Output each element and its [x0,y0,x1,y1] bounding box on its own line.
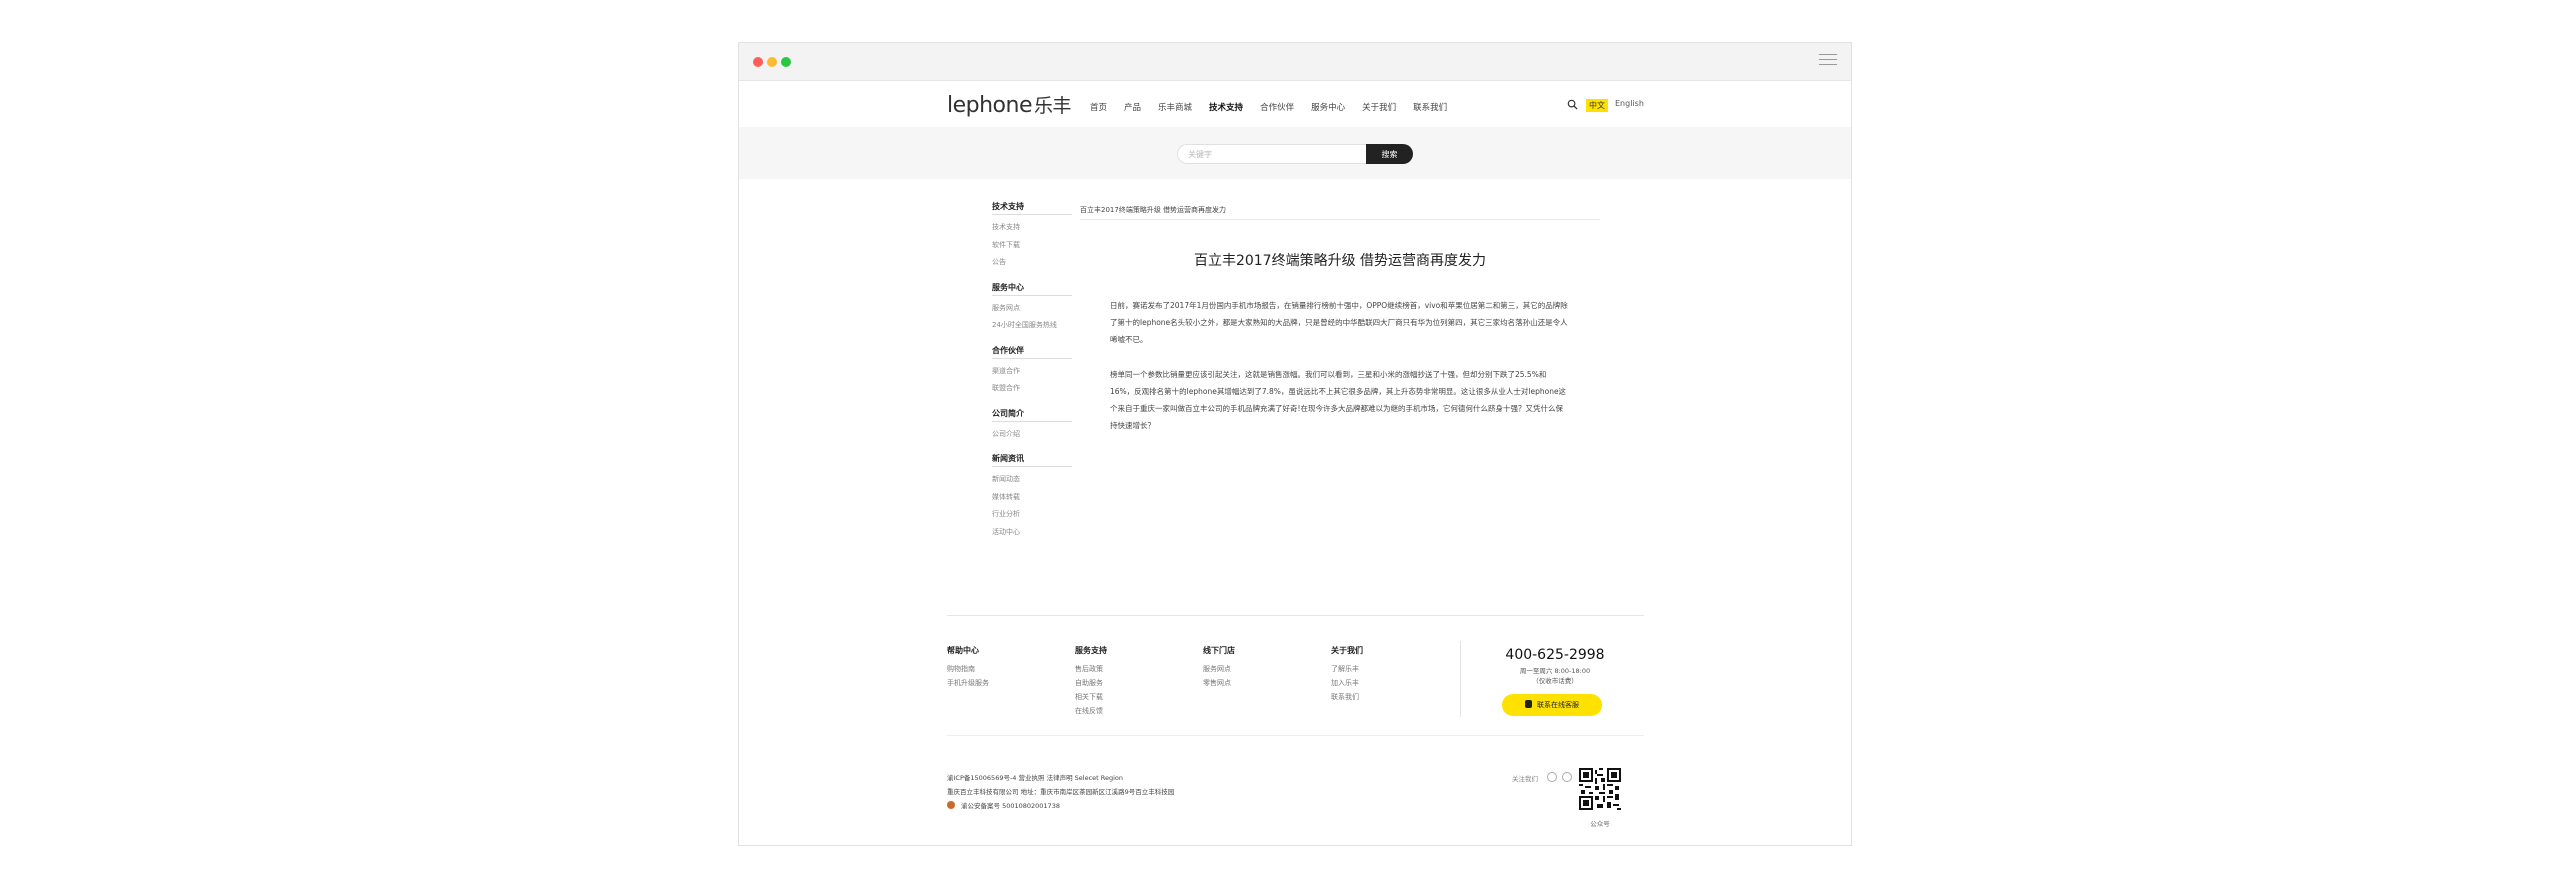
logo[interactable]: lephone 乐丰 [947,91,1072,118]
minimize-window-icon[interactable] [767,57,777,67]
footer-link[interactable]: 自助服务 [1075,676,1195,690]
footer-link[interactable]: 售后政策 [1075,662,1195,676]
sidebar-item-tech-support[interactable]: 技术支持 [992,219,1072,237]
main-nav: 首页 产品 乐丰商城 技术支持 合作伙伴 服务中心 关于我们 联系我们 [1090,101,1464,136]
breadcrumb: 百立丰2017终端策略升级 借势运营商再度发力 [1080,206,1227,214]
footer-column-title: 线下门店 [1203,646,1235,655]
nav-partners[interactable]: 合作伙伴 [1260,101,1294,113]
title-bar [739,43,1851,81]
sidebar-group-service-center: 服务中心 服务网点 24小时全国服务热线 [992,282,1072,335]
search-bar: 搜索 [739,127,1851,179]
search-button[interactable]: 搜索 [1366,144,1413,164]
sidebar-item-software-download[interactable]: 软件下载 [992,237,1072,255]
qr-label: 公众号 [1590,820,1610,828]
footer-link[interactable]: 服务网点 [1203,662,1323,676]
footer-link[interactable]: 购物指南 [947,662,1067,676]
footer-column-service: 服务支持 售后政策 自助服务 相关下载 在线反馈 [1075,645,1195,718]
divider [947,735,1644,736]
sidebar-item-industry[interactable]: 行业分析 [992,506,1072,524]
hamburger-menu-icon[interactable] [1819,54,1837,68]
footer-link[interactable]: 了解乐丰 [1331,662,1451,676]
sidebar-group-title: 合作伙伴 [992,345,1072,359]
nav-about[interactable]: 关于我们 [1362,101,1396,113]
sidebar-item-notice[interactable]: 公告 [992,254,1072,272]
footer-link[interactable]: 在线反馈 [1075,704,1195,718]
footer-link[interactable]: 手机升级服务 [947,676,1067,690]
site-header: lephone 乐丰 首页 产品 乐丰商城 技术支持 合作伙伴 服务中心 关于我们… [739,81,1851,136]
hours-line: 周一至周六 8:00-18:00 [1519,667,1591,675]
article-paragraph: 榜单同一个参数比销量更应该引起关注，这就是销售涨幅。我们可以看到，三星和小米的涨… [1110,370,1567,430]
lang-english[interactable]: English [1615,99,1644,108]
footer-column-about: 关于我们 了解乐丰 加入乐丰 联系我们 [1331,645,1451,704]
icp-info: 渝ICP备15006569号-4 营业执照 法律声明 Selecet Regio… [947,771,1174,813]
footer-link[interactable]: 加入乐丰 [1331,676,1451,690]
sidebar: 技术支持 技术支持 软件下载 公告 服务中心 服务网点 24小时全国服务热线 合… [992,201,1072,551]
sidebar-group-tech-support: 技术支持 技术支持 软件下载 公告 [992,201,1072,272]
sidebar-group-company: 公司简介 公司介绍 [992,408,1072,444]
sidebar-group-news: 新闻资讯 新闻动态 媒体转载 行业分析 活动中心 [992,453,1072,541]
footer-column-help: 帮助中心 购物指南 手机升级服务 [947,645,1067,690]
icp-line: 渝ICP备15006569号-4 营业执照 法律声明 Selecet Regio… [947,774,1124,782]
footer-link[interactable]: 联系我们 [1331,690,1451,704]
follow-us-label: 关注我们 [1512,775,1538,783]
sidebar-item-hotline[interactable]: 24小时全国服务热线 [992,317,1072,335]
footer-link[interactable]: 零售网点 [1203,676,1323,690]
sidebar-group-title: 新闻资讯 [992,453,1072,467]
sidebar-group-title: 服务中心 [992,282,1072,296]
qr-code-icon [1579,768,1621,810]
divider [1460,641,1461,717]
nav-service-center[interactable]: 服务中心 [1311,101,1345,113]
nav-contact[interactable]: 联系我们 [1413,101,1447,113]
lang-chinese[interactable]: 中文 [1586,99,1608,112]
hours-note: （仅收市话费） [1532,677,1578,685]
hotline-number: 400-625-2998 [1505,647,1605,663]
article-paragraph: 日前，赛诺发布了2017年1月份国内手机市场报告，在销量排行榜前十强中，OPPO… [1110,301,1568,344]
nav-tech-support[interactable]: 技术支持 [1209,101,1244,136]
online-service-label: 联系在线客服 [1537,701,1579,709]
search-icon[interactable] [1567,99,1578,110]
nav-store[interactable]: 乐丰商城 [1158,101,1192,113]
police-badge-icon [947,801,955,809]
sidebar-item-service-outlets[interactable]: 服务网点 [992,300,1072,318]
headset-icon [1525,700,1532,708]
sidebar-item-media[interactable]: 媒体转载 [992,489,1072,507]
nav-products[interactable]: 产品 [1124,101,1141,113]
service-hours: 周一至周六 8:00-18:00 （仅收市话费） [1505,666,1605,686]
sidebar-item-company-intro[interactable]: 公司介绍 [992,426,1072,444]
police-record: 渝公安备案号 50010802001738 [947,799,1174,813]
article-title: 百立丰2017终端策略升级 借势运营商再度发力 [1193,253,1487,269]
footer-column-title: 关于我们 [1331,646,1363,655]
sidebar-item-events[interactable]: 活动中心 [992,524,1072,542]
company-address: 重庆百立丰科技有限公司 地址：重庆市南岸区茶园新区江溪路9号百立丰科技园 [947,788,1175,796]
sidebar-group-title: 公司简介 [992,408,1072,422]
sidebar-item-news[interactable]: 新闻动态 [992,471,1072,489]
divider [1080,219,1600,220]
maximize-window-icon[interactable] [781,57,791,67]
nav-home[interactable]: 首页 [1090,101,1107,113]
footer-column-stores: 线下门店 服务网点 零售网点 [1203,645,1323,690]
footer-link[interactable]: 相关下载 [1075,690,1195,704]
sidebar-group-partners: 合作伙伴 渠道合作 联盟合作 [992,345,1072,398]
weibo-icon[interactable] [1547,772,1557,782]
footer-column-title: 服务支持 [1075,646,1107,655]
wechat-icon[interactable] [1562,772,1572,782]
sidebar-group-title: 技术支持 [992,201,1072,215]
police-record-text: 渝公安备案号 50010802001738 [961,802,1060,810]
sidebar-item-alliance-cooperation[interactable]: 联盟合作 [992,380,1072,398]
footer-column-title: 帮助中心 [947,646,979,655]
search-input[interactable] [1177,144,1367,164]
browser-window: lephone 乐丰 首页 产品 乐丰商城 技术支持 合作伙伴 服务中心 关于我们… [738,42,1852,846]
close-window-icon[interactable] [753,57,763,67]
online-service-button[interactable]: 联系在线客服 [1502,694,1602,716]
divider [947,615,1644,616]
sidebar-item-channel-cooperation[interactable]: 渠道合作 [992,363,1072,381]
